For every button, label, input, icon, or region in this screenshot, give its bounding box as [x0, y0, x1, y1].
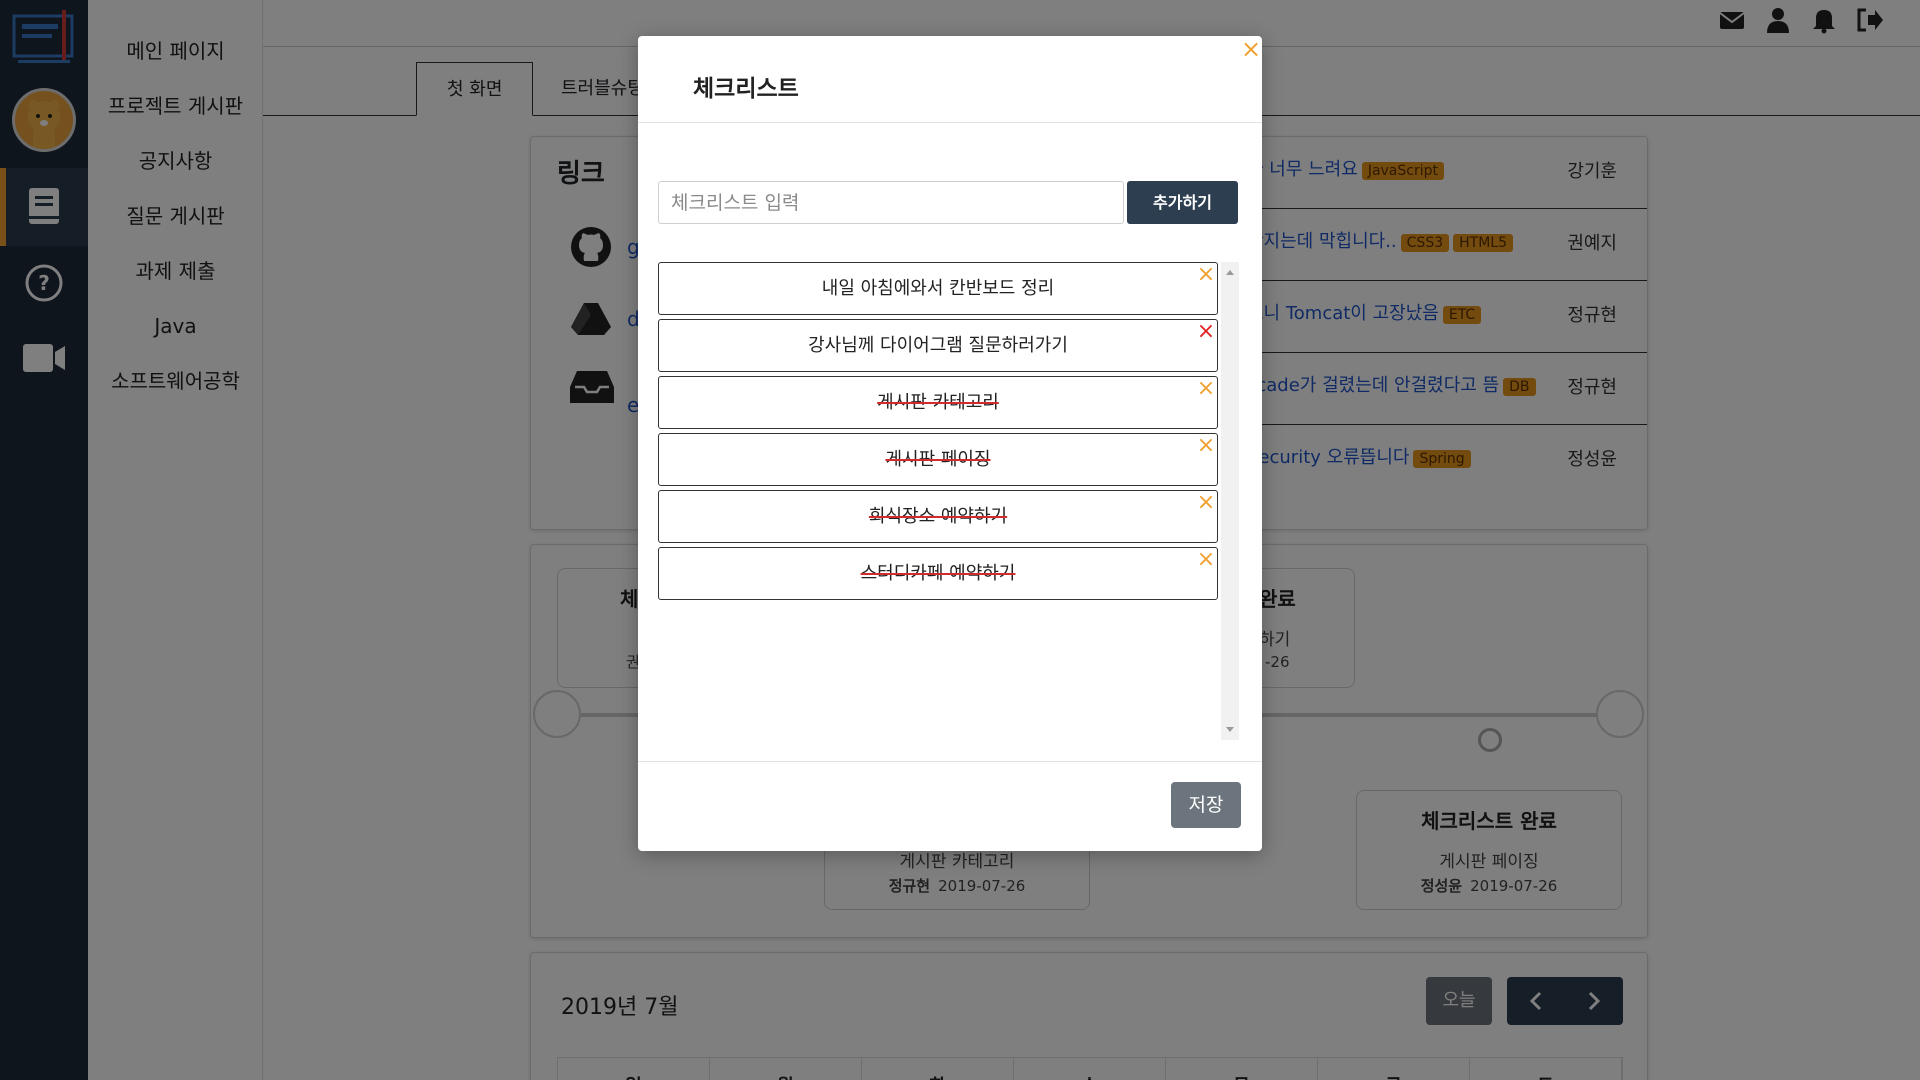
delete-icon[interactable]: ×	[1195, 264, 1217, 286]
checklist-item[interactable]: 스터디카페 예약하기 ×	[658, 547, 1218, 600]
modal-header: 체크리스트 ×	[638, 36, 1262, 123]
save-button[interactable]: 저장	[1171, 782, 1241, 828]
add-button[interactable]: 추가하기	[1127, 181, 1238, 224]
checklist-item[interactable]: 게시판 페이징 ×	[658, 433, 1218, 486]
delete-icon[interactable]: ×	[1195, 378, 1217, 400]
scroll-up-icon[interactable]	[1226, 270, 1234, 275]
checklist-item-text[interactable]: 강사님께 다이어그램 질문하러가기	[808, 335, 1068, 356]
checklist-item-text[interactable]: 회식장소 예약하기	[869, 506, 1007, 527]
checklist-modal: 체크리스트 × 추가하기 내일 아침에와서 칸반보드 정리 × 강사님께 다이어…	[638, 36, 1262, 851]
checklist-item[interactable]: 게시판 카테고리 ×	[658, 376, 1218, 429]
delete-icon[interactable]: ×	[1195, 321, 1217, 343]
checklist-list: 내일 아침에와서 칸반보드 정리 × 강사님께 다이어그램 질문하러가기 × 게…	[658, 262, 1218, 740]
scroll-down-icon[interactable]	[1226, 727, 1234, 732]
checklist-item[interactable]: 회식장소 예약하기 ×	[658, 490, 1218, 543]
checklist-item-text[interactable]: 게시판 카테고리	[877, 392, 999, 413]
checklist-item-text[interactable]: 게시판 페이징	[885, 449, 990, 470]
modal-title: 체크리스트	[693, 76, 799, 102]
checklist-item[interactable]: 강사님께 다이어그램 질문하러가기 ×	[658, 319, 1218, 372]
checklist-item[interactable]: 내일 아침에와서 칸반보드 정리 ×	[658, 262, 1218, 315]
checklist-input[interactable]	[658, 181, 1124, 224]
delete-icon[interactable]: ×	[1195, 435, 1217, 457]
checklist-scrollbar[interactable]	[1221, 262, 1239, 740]
delete-icon[interactable]: ×	[1195, 492, 1217, 514]
checklist-item-text[interactable]: 스터디카페 예약하기	[861, 563, 1016, 584]
checklist-item-text[interactable]: 내일 아침에와서 칸반보드 정리	[822, 278, 1054, 299]
delete-icon[interactable]: ×	[1195, 549, 1217, 571]
modal-footer: 저장	[638, 761, 1262, 851]
close-icon[interactable]: ×	[1240, 37, 1262, 61]
